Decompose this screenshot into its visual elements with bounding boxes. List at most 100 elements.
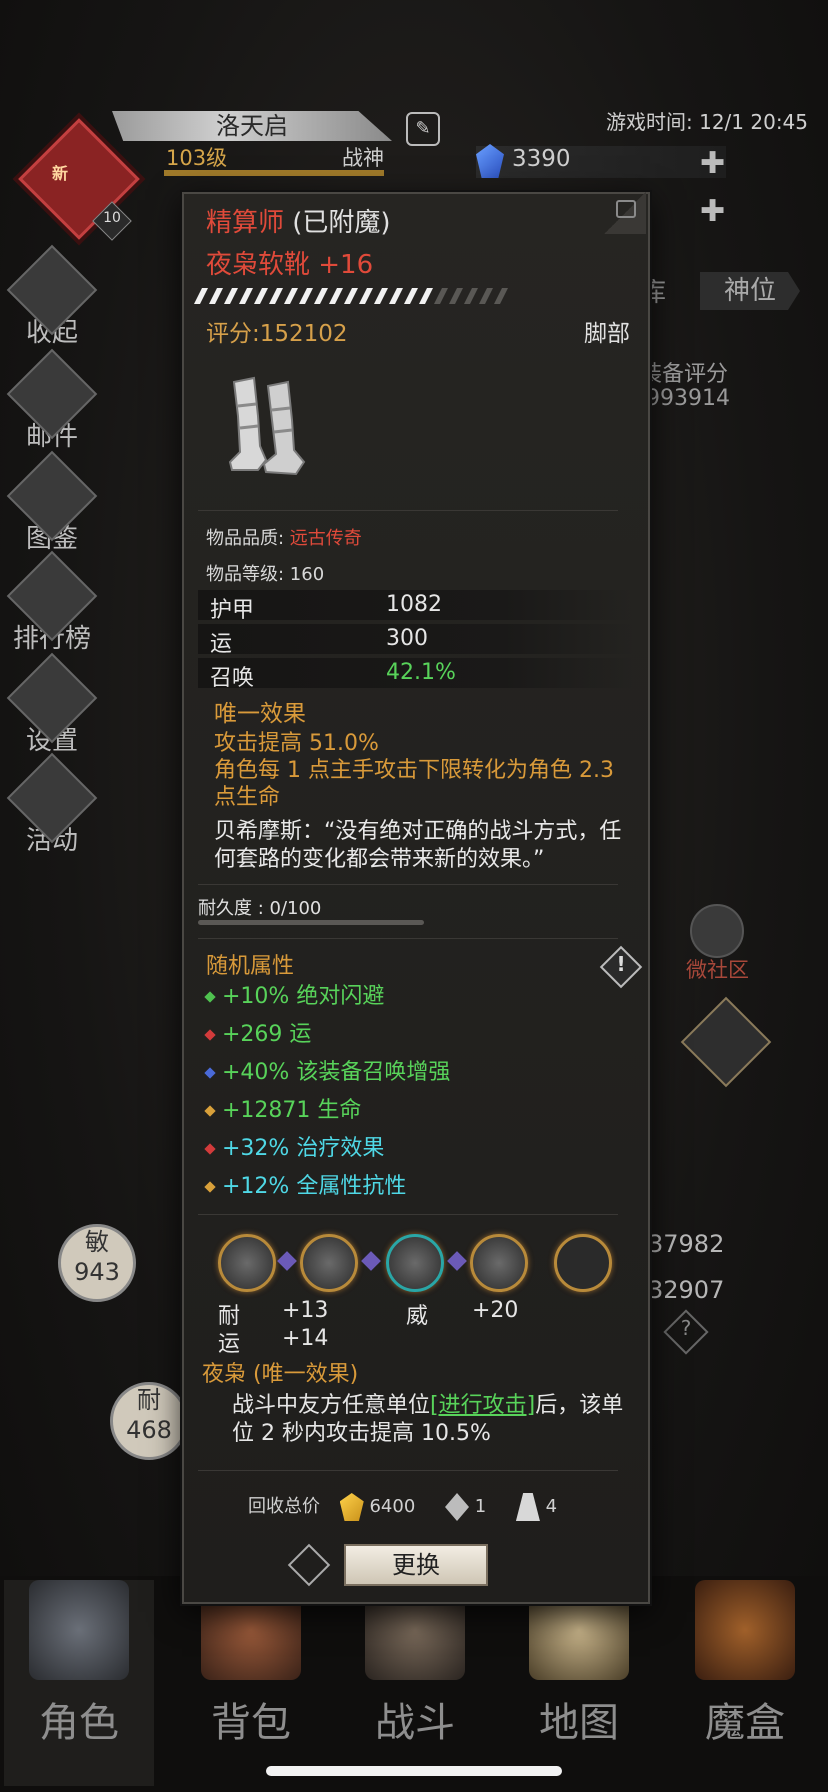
enhance-stripe: [479, 288, 493, 304]
enchant-prefix: 精算师: [206, 208, 285, 238]
edit-name-icon[interactable]: ✎: [406, 112, 440, 146]
gold-crystal-icon: [339, 1493, 364, 1521]
random-attr-6: +12% 全属性抗性: [204, 1168, 406, 1200]
add-gems-icon[interactable]: ✚: [700, 146, 725, 181]
random-attributes-header: 随机属性: [206, 954, 295, 979]
nav-label: 地图: [539, 1700, 619, 1746]
nav-item-magic-box[interactable]: 魔盒: [670, 1580, 820, 1748]
sidebar-item-collapse[interactable]: 收起: [6, 244, 98, 349]
enhance-stripe: [389, 288, 403, 304]
magic-box-icon: [695, 1580, 795, 1680]
gem-socket-1[interactable]: [218, 1234, 276, 1292]
divider: [198, 510, 618, 511]
gem-count: 3390: [512, 146, 571, 172]
nav-item-battle[interactable]: 战斗: [340, 1580, 490, 1748]
enhance-stripe: [209, 288, 223, 304]
community-label[interactable]: 微社区: [686, 954, 749, 984]
divider: [198, 884, 618, 885]
quality-label: 物品品质:: [206, 528, 290, 549]
quality-value: 远古传奇: [289, 528, 362, 549]
change-button[interactable]: 更换: [344, 1544, 488, 1586]
gem-label-b2: +14: [282, 1326, 329, 1351]
agility-stat: 敏 943: [58, 1224, 136, 1302]
enhance-stripe: [464, 288, 478, 304]
player-level: 103级: [166, 146, 228, 170]
enhance-stripe: [224, 288, 238, 304]
gem-socket-empty[interactable]: [554, 1234, 612, 1292]
enhance-stripe: [314, 288, 328, 304]
gem-label-b1: +13: [282, 1298, 329, 1323]
enhance-stripe: [374, 288, 388, 304]
sidebar-item-mail[interactable]: 邮件: [6, 348, 98, 453]
info-icon: !: [616, 952, 626, 976]
unique-effect-header: 唯一效果: [214, 701, 306, 727]
player-rank: 战神: [342, 146, 384, 170]
stone-icon: [445, 1493, 470, 1521]
gem-socket-4[interactable]: [470, 1234, 528, 1292]
enhance-stripe: [344, 288, 358, 304]
item-flavor-quote: 贝希摩斯：“没有绝对正确的战斗方式，任何套路的变化都会带来新的效果。”: [214, 819, 622, 872]
right-stat-2: 32907: [648, 1276, 725, 1304]
home-indicator[interactable]: [266, 1766, 562, 1776]
divider: [198, 1470, 618, 1471]
recycle-label: 回收总价: [248, 1496, 320, 1517]
durability-text: 耐久度 : 0/100: [198, 898, 322, 919]
community-icon[interactable]: [690, 904, 744, 958]
item-enchant-title: 精算师 (已附魔): [206, 202, 391, 239]
recycle-gold: 6400: [369, 1496, 416, 1517]
agility-value: 943: [74, 1258, 120, 1286]
helmet-icon: [29, 1580, 129, 1680]
nav-item-map[interactable]: 地图: [504, 1580, 654, 1748]
endurance-stat: 耐 468: [110, 1382, 188, 1460]
enhance-stripe: [404, 288, 418, 304]
random-attr-2: +269 运: [204, 1016, 311, 1048]
gem-socket-3[interactable]: [386, 1234, 444, 1292]
avatar-level-text: 10: [103, 210, 121, 226]
gem-socket-2[interactable]: [300, 1234, 358, 1292]
nav-item-backpack[interactable]: 背包: [176, 1580, 326, 1748]
shard-icon: [515, 1493, 540, 1521]
sidebar-item-events[interactable]: 活动: [6, 752, 98, 857]
agility-label: 敏: [85, 1228, 109, 1256]
random-attr-3: +40% 该装备召唤增强: [204, 1054, 450, 1086]
enhance-stripe: [494, 288, 508, 304]
quality-row: 物品品质: 远古传奇: [206, 524, 362, 550]
nav-item-character[interactable]: 角色: [4, 1580, 154, 1786]
random-attr-1: +10% 绝对闪避: [204, 978, 384, 1010]
xp-bar: [164, 170, 384, 176]
sidebar-item-settings[interactable]: 设置: [6, 652, 98, 757]
lock-icon[interactable]: [616, 200, 636, 218]
recycle-row: 回收总价 6400 1 4: [248, 1492, 557, 1521]
unique-effect-line-1: 攻击提高 51.0%: [214, 731, 379, 756]
nav-label: 魔盒: [705, 1700, 785, 1746]
enhance-stripe: [449, 288, 463, 304]
enhance-stripe: [254, 288, 268, 304]
sidebar-item-book[interactable]: 图鉴: [6, 450, 98, 555]
equip-score-value: 993914: [646, 386, 730, 411]
item-level: 物品等级: 160: [206, 564, 325, 585]
stat-name-summon: 召唤: [210, 666, 255, 691]
attack-keyword-link[interactable]: [进行攻击]: [430, 1393, 535, 1418]
item-score: 评分:152102: [206, 321, 348, 347]
enhance-stripe: [284, 288, 298, 304]
player-name: 洛天启: [112, 111, 392, 141]
stat-name-luck: 运: [210, 632, 233, 657]
stat-name-armor: 护甲: [210, 598, 255, 623]
stat-value-luck: 300: [386, 626, 428, 651]
unique-effect-line-2: 角色每 1 点主手攻击下限转化为角色 2.3 点生命: [214, 758, 614, 810]
enhance-stripe: [419, 288, 433, 304]
enhance-stripe: [329, 288, 343, 304]
divider: [198, 1214, 618, 1215]
tab-shenwei[interactable]: 神位: [700, 272, 800, 310]
random-attr-4: +12871 生命: [204, 1092, 361, 1124]
add-currency-icon[interactable]: ✚: [700, 194, 725, 229]
stat-value-summon: 42.1%: [386, 660, 456, 685]
sidebar-item-leaderboard[interactable]: 排行榜: [6, 550, 98, 655]
nav-label: 角色: [39, 1700, 119, 1746]
gem-label-d1: +20: [472, 1298, 519, 1323]
enhance-progress-stripes: [194, 288, 508, 304]
set-text-part-1: 战斗中友方任意单位: [232, 1393, 431, 1418]
endurance-label: 耐: [137, 1386, 161, 1414]
enhance-stripe: [239, 288, 253, 304]
recycle-res1: 1: [474, 1496, 487, 1517]
